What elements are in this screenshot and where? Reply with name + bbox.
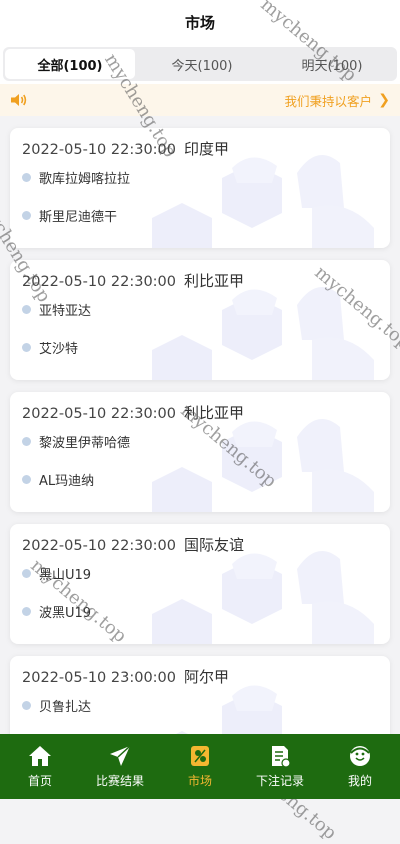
home-team-name: 歌库拉姆喀拉拉 <box>39 172 131 187</box>
tab-bet-records[interactable]: 下注记录 <box>240 734 320 799</box>
tab-bet-records-label: 下注记录 <box>255 774 304 788</box>
send-icon <box>110 745 131 766</box>
team-dot-icon <box>22 437 31 446</box>
bottom-tab-bar: 首页 比赛结果 市场 下注记录 我的 <box>0 734 400 799</box>
match-header: 2022-05-10 22:30:00 国际友谊 <box>22 534 244 555</box>
team-dot-icon <box>22 569 31 578</box>
away-team: AL玛迪纳 <box>22 470 94 489</box>
team-dot-icon <box>22 701 31 710</box>
away-team: 斯里尼迪德干 <box>22 206 117 225</box>
tab-results[interactable]: 比赛结果 <box>80 734 160 799</box>
notice-bar[interactable]: 我们秉持以客户 ❯ <box>0 84 400 116</box>
away-team-name: 艾沙特 <box>39 342 79 357</box>
home-team: 黎波里伊蒂哈德 <box>22 432 130 451</box>
chevron-right-icon: ❯ <box>378 92 390 108</box>
tab-market-label: 市场 <box>187 774 212 788</box>
match-time: 2022-05-10 22:30:00 <box>22 142 176 158</box>
home-team-name: 贝鲁扎达 <box>39 700 92 715</box>
home-team: 歌库拉姆喀拉拉 <box>22 168 130 187</box>
match-header: 2022-05-10 23:00:00 阿尔甲 <box>22 666 229 687</box>
market-icon <box>191 746 209 766</box>
league-name: 印度甲 <box>184 140 230 158</box>
match-header: 2022-05-10 22:30:00 印度甲 <box>22 138 229 159</box>
team-dot-icon <box>22 173 31 182</box>
away-team-name: AL玛迪纳 <box>39 474 95 489</box>
home-team-name: 亚特亚达 <box>39 304 92 319</box>
tab-home[interactable]: 首页 <box>0 734 80 799</box>
top-header: 市场 <box>0 0 400 44</box>
league-name: 利比亚甲 <box>184 272 245 290</box>
team-dot-icon <box>22 305 31 314</box>
tab-tomorrow[interactable]: 明天(100) <box>267 47 397 81</box>
match-time: 2022-05-10 22:30:00 <box>22 538 176 554</box>
team-dot-icon <box>22 475 31 484</box>
tab-results-label: 比赛结果 <box>95 774 144 788</box>
league-name: 阿尔甲 <box>184 668 230 686</box>
match-list: 2022-05-10 22:30:00 印度甲 歌库拉姆喀拉拉 斯里尼迪德干 20… <box>0 116 400 734</box>
tab-profile-label: 我的 <box>347 774 372 788</box>
home-team: 黑山U19 <box>22 564 91 583</box>
tab-today[interactable]: 今天(100) <box>137 47 267 81</box>
match-time: 2022-05-10 23:00:00 <box>22 670 176 686</box>
match-header: 2022-05-10 22:30:00 利比亚甲 <box>22 402 244 423</box>
league-name: 利比亚甲 <box>184 404 245 422</box>
match-card[interactable]: 2022-05-10 22:30:00 利比亚甲 亚特亚达 艾沙特 <box>10 260 390 380</box>
match-card[interactable]: 2022-05-10 23:00:00 阿尔甲 贝鲁扎达 <box>10 656 390 734</box>
tabs-container: 全部(100) 今天(100) 明天(100) <box>3 47 397 81</box>
notice-text: 我们秉持以客户 <box>284 93 372 109</box>
team-dot-icon <box>22 343 31 352</box>
home-team: 贝鲁扎达 <box>22 696 91 715</box>
page-title: 市场 <box>184 13 215 32</box>
profile-icon <box>350 746 370 766</box>
away-team-name: 斯里尼迪德干 <box>39 210 118 225</box>
team-dot-icon <box>22 607 31 616</box>
match-card[interactable]: 2022-05-10 22:30:00 利比亚甲 黎波里伊蒂哈德 AL玛迪纳 <box>10 392 390 512</box>
away-team-name: 波黑U19 <box>39 606 92 621</box>
home-team-name: 黎波里伊蒂哈德 <box>39 436 131 451</box>
bet-record-icon <box>272 746 291 768</box>
match-card[interactable]: 2022-05-10 22:30:00 印度甲 歌库拉姆喀拉拉 斯里尼迪德干 <box>10 128 390 248</box>
speaker-icon <box>10 92 30 108</box>
away-team: 艾沙特 <box>22 338 78 357</box>
league-name: 国际友谊 <box>184 536 245 554</box>
tab-market[interactable]: 市场 <box>160 734 240 799</box>
match-header: 2022-05-10 22:30:00 利比亚甲 <box>22 270 244 291</box>
team-dot-icon <box>22 211 31 220</box>
filter-tabs: 全部(100) 今天(100) 明天(100) <box>0 44 400 84</box>
match-time: 2022-05-10 22:30:00 <box>22 274 176 290</box>
match-card[interactable]: 2022-05-10 22:30:00 国际友谊 黑山U19 波黑U19 <box>10 524 390 644</box>
tab-profile[interactable]: 我的 <box>320 734 400 799</box>
home-icon <box>29 746 51 766</box>
away-team: 波黑U19 <box>22 602 91 621</box>
tab-home-label: 首页 <box>27 774 52 788</box>
tab-all[interactable]: 全部(100) <box>5 49 135 79</box>
home-team: 亚特亚达 <box>22 300 91 319</box>
match-time: 2022-05-10 22:30:00 <box>22 406 176 422</box>
home-team-name: 黑山U19 <box>39 568 92 583</box>
